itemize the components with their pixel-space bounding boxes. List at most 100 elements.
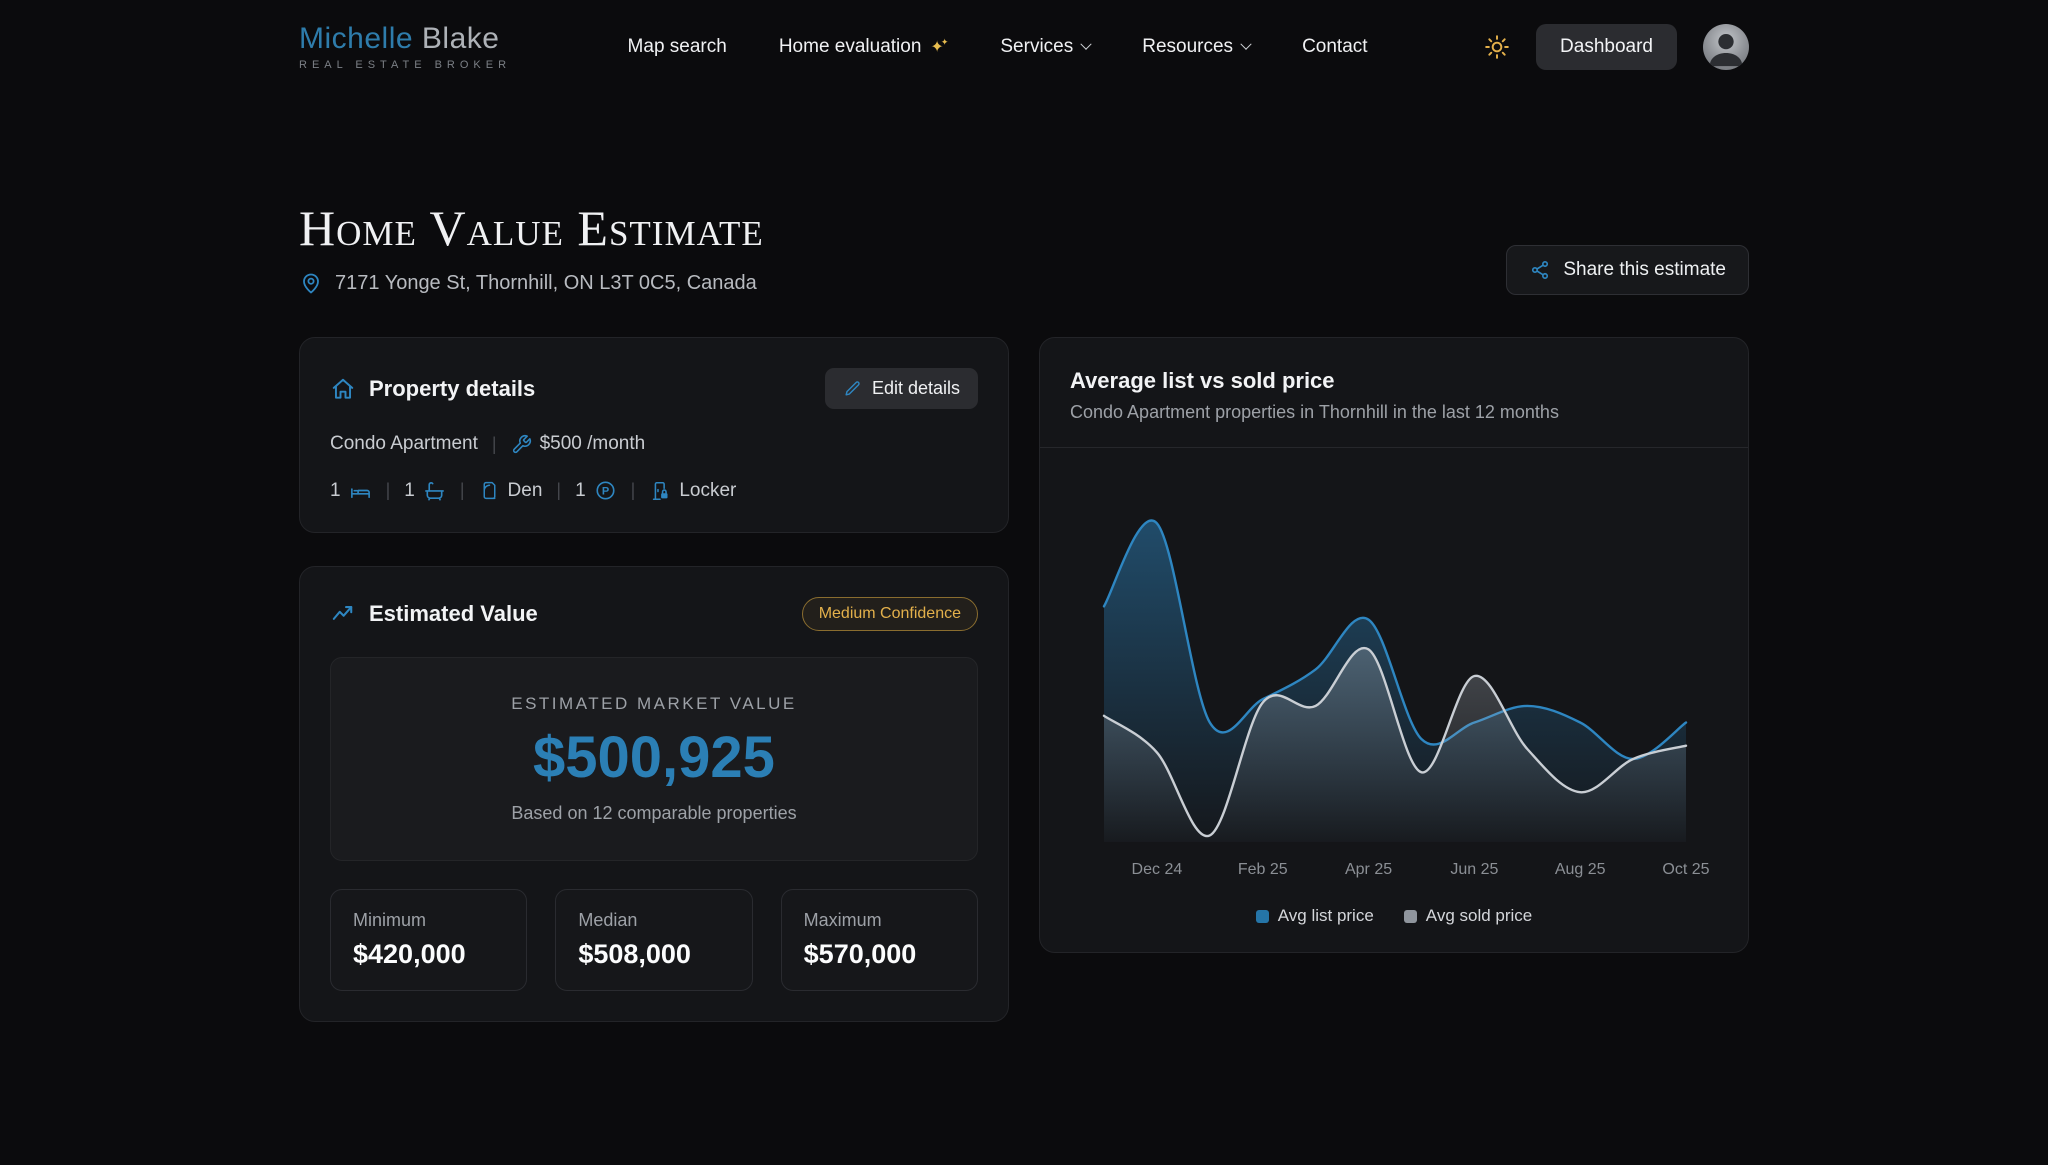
chart-body: Dec 24Feb 25Apr 25Jun 25Aug 25Oct 25 Avg… — [1040, 448, 1748, 952]
stat-value: $420,000 — [353, 939, 504, 970]
svg-text:Dec 24: Dec 24 — [1132, 861, 1183, 878]
legend-item-sold-price: Avg sold price — [1404, 906, 1532, 926]
bed-icon — [349, 479, 372, 502]
separator: | — [386, 480, 391, 501]
property-type: Condo Apartment — [330, 433, 478, 455]
legend-item-list-price: Avg list price — [1256, 906, 1374, 926]
confidence-badge: Medium Confidence — [802, 597, 978, 631]
chart-header: Average list vs sold price Condo Apartme… — [1040, 338, 1748, 447]
page-title: Home Value Estimate — [299, 199, 764, 257]
logo-tagline: REAL ESTATE BROKER — [299, 59, 511, 71]
sun-icon — [1484, 34, 1510, 60]
list-price-swatch — [1256, 910, 1269, 923]
map-pin-icon — [299, 271, 323, 295]
feature-den: Den — [479, 480, 543, 502]
legend-label: Avg list price — [1278, 906, 1374, 926]
main-nav: Map search Home evaluation ✦✦ Services R… — [628, 36, 1368, 58]
price-area-chart: Dec 24Feb 25Apr 25Jun 25Aug 25Oct 25 — [1070, 470, 1719, 900]
svg-text:Feb 25: Feb 25 — [1238, 861, 1288, 878]
svg-text:Oct 25: Oct 25 — [1662, 861, 1709, 878]
estimate-card-title: Estimated Value — [369, 601, 538, 627]
chart-title: Average list vs sold price — [1070, 368, 1718, 394]
nav-item-contact[interactable]: Contact — [1302, 36, 1367, 58]
address-row: 7171 Yonge St, Thornhill, ON L3T 0C5, Ca… — [299, 271, 764, 295]
feature-beds: 1 — [330, 479, 372, 502]
estimated-value-card: Estimated Value Medium Confidence ESTIMA… — [299, 566, 1009, 1022]
nav-item-services[interactable]: Services — [1000, 36, 1090, 58]
market-value-label: ESTIMATED MARKET VALUE — [351, 694, 957, 714]
chart-subtitle: Condo Apartment properties in Thornhill … — [1070, 402, 1718, 423]
locker-icon — [649, 480, 671, 502]
share-estimate-button[interactable]: Share this estimate — [1506, 245, 1749, 295]
stat-label: Minimum — [353, 910, 504, 931]
feature-parking: 1 P — [575, 479, 617, 502]
separator: | — [631, 480, 636, 501]
maintenance-fee: $500 /month — [511, 433, 646, 455]
separator: | — [492, 434, 497, 455]
nav-item-resources[interactable]: Resources — [1142, 36, 1250, 58]
title-block: Home Value Estimate 7171 Yonge St, Thorn… — [299, 199, 764, 295]
property-features-row: 1 | 1 | — [330, 479, 978, 502]
bath-icon — [423, 479, 446, 502]
nav-label: Map search — [628, 36, 727, 58]
stat-label: Maximum — [804, 910, 955, 931]
stat-maximum: Maximum $570,000 — [781, 889, 978, 991]
title-row: Home Value Estimate 7171 Yonge St, Thorn… — [299, 199, 1749, 295]
bath-count: 1 — [404, 480, 415, 502]
maintenance-fee-value: $500 /month — [540, 433, 646, 455]
svg-text:Aug 25: Aug 25 — [1555, 861, 1606, 878]
property-card-title: Property details — [369, 376, 535, 402]
feature-locker: Locker — [649, 480, 736, 502]
market-value-amount: $500,925 — [351, 724, 957, 791]
parking-count: 1 — [575, 480, 586, 502]
bed-count: 1 — [330, 480, 341, 502]
chevron-down-icon — [1240, 38, 1251, 49]
property-address: 7171 Yonge St, Thornhill, ON L3T 0C5, Ca… — [335, 272, 757, 295]
property-type-row: Condo Apartment | $500 /month — [330, 433, 978, 455]
share-icon — [1529, 259, 1551, 281]
stat-minimum: Minimum $420,000 — [330, 889, 527, 991]
trending-up-icon — [330, 601, 356, 627]
logo[interactable]: Michelle Blake REAL ESTATE BROKER — [299, 22, 511, 71]
logo-name: Michelle Blake — [299, 22, 511, 56]
wrench-icon — [511, 434, 532, 455]
pencil-icon — [843, 379, 862, 398]
sold-price-swatch — [1404, 910, 1417, 923]
svg-text:P: P — [601, 486, 608, 498]
edit-button-label: Edit details — [872, 378, 960, 399]
property-details-card: Property details Edit details Condo Apar… — [299, 337, 1009, 533]
value-stats-row: Minimum $420,000 Median $508,000 Maximum… — [330, 889, 978, 991]
den-label: Den — [508, 480, 543, 502]
locker-label: Locker — [679, 480, 736, 502]
chart-legend: Avg list price Avg sold price — [1070, 906, 1718, 926]
svg-text:Jun 25: Jun 25 — [1450, 861, 1498, 878]
theme-toggle-button[interactable] — [1484, 34, 1510, 60]
logo-first-name: Michelle — [299, 22, 413, 55]
nav-item-home-evaluation[interactable]: Home evaluation ✦✦ — [779, 36, 949, 58]
logo-last-name: Blake — [422, 22, 500, 55]
house-icon — [330, 376, 356, 402]
nav-label: Resources — [1142, 36, 1233, 58]
separator: | — [460, 480, 465, 501]
stat-value: $508,000 — [578, 939, 729, 970]
stat-value: $570,000 — [804, 939, 955, 970]
edit-details-button[interactable]: Edit details — [825, 368, 978, 409]
chevron-down-icon — [1081, 38, 1092, 49]
nav-label: Contact — [1302, 36, 1367, 58]
feature-baths: 1 — [404, 479, 446, 502]
price-chart-card: Average list vs sold price Condo Apartme… — [1039, 337, 1749, 953]
dashboard-button[interactable]: Dashboard — [1536, 24, 1677, 70]
nav-label: Services — [1000, 36, 1073, 58]
parking-icon: P — [594, 479, 617, 502]
stat-median: Median $508,000 — [555, 889, 752, 991]
share-button-label: Share this estimate — [1563, 259, 1726, 281]
avatar[interactable] — [1703, 24, 1749, 70]
separator: | — [556, 480, 561, 501]
legend-label: Avg sold price — [1426, 906, 1532, 926]
document-icon — [479, 480, 500, 501]
header: Michelle Blake REAL ESTATE BROKER Map se… — [299, 0, 1749, 71]
nav-label: Home evaluation — [779, 36, 922, 58]
stat-label: Median — [578, 910, 729, 931]
nav-item-map-search[interactable]: Map search — [628, 36, 727, 58]
market-value-box: ESTIMATED MARKET VALUE $500,925 Based on… — [330, 657, 978, 861]
